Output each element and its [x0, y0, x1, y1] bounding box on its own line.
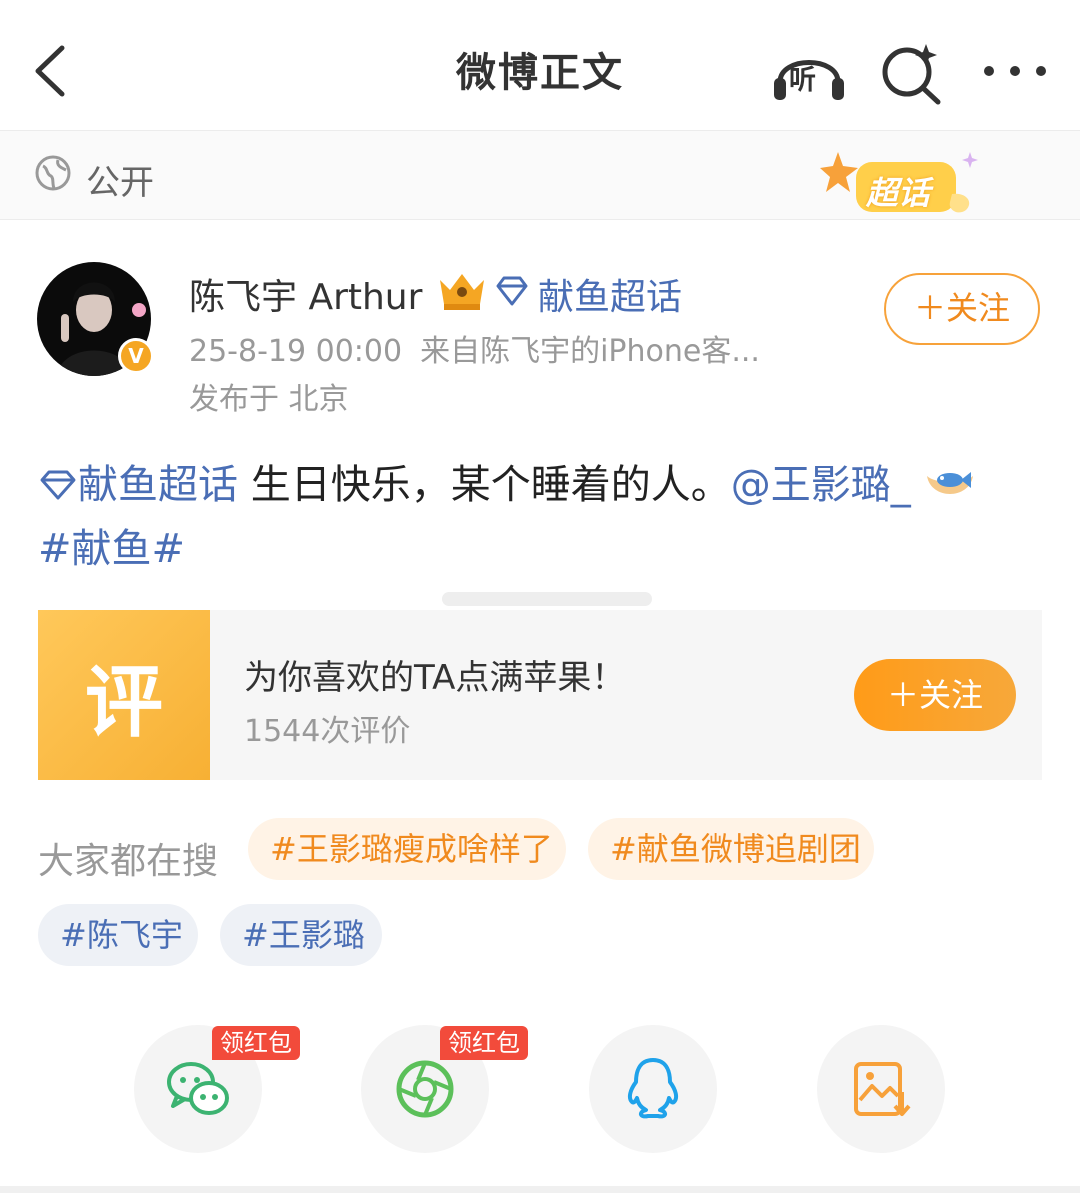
super-topic-link[interactable]: 献鱼超话 [538, 268, 682, 320]
search-chip[interactable]: #陈飞宇 [38, 904, 198, 966]
post-text: 献鱼超话 生日快乐，某个睡着的人。@王影璐_ [38, 452, 975, 510]
moments-icon [396, 1060, 454, 1118]
red-packet-tag: 领红包 [212, 1026, 300, 1060]
super-topic-badge-label: 超话 [866, 174, 931, 212]
qq-icon [627, 1058, 679, 1119]
globe-icon [35, 155, 71, 191]
more-icon[interactable] [980, 58, 1050, 84]
trending-search-label: 大家都在搜 [38, 841, 219, 882]
search-chip[interactable]: #王影璐瘦成啥样了 [248, 818, 566, 880]
post-body-text: 生日快乐，某个睡着的人。 [238, 462, 731, 508]
rating-card-logo: 评 [84, 658, 163, 748]
listen-label: 听 [789, 65, 816, 96]
post-source: 来自陈飞宇的iPhone客... [420, 334, 760, 369]
wechat-icon [167, 1062, 229, 1115]
verified-badge: V [118, 338, 154, 374]
post-meta: 25-8-19 00:00 来自陈飞宇的iPhone客... [189, 326, 760, 370]
search-chip[interactable]: #献鱼微博追剧团 [588, 818, 874, 880]
rating-card-count: 1544次评价 [244, 714, 411, 749]
red-packet-tag: 领红包 [440, 1026, 528, 1060]
bottom-divider [0, 1186, 1080, 1193]
hashtag-link[interactable]: #献鱼# [38, 516, 185, 574]
diamond-icon [40, 470, 76, 500]
blurred-placeholder [442, 592, 652, 606]
fish-in-hands-emoji-icon [926, 472, 973, 494]
search-icon[interactable] [878, 40, 944, 106]
crown-icon [440, 274, 484, 310]
mention-link[interactable]: @王影璐_ [731, 462, 911, 508]
post-time: 25-8-19 00:00 [189, 334, 403, 369]
post-location: 发布于 北京 [189, 382, 349, 417]
author-name[interactable]: 陈飞宇 Arthur [189, 268, 422, 320]
rating-card-title: 为你喜欢的TA点满苹果！ [244, 658, 626, 698]
save-image-icon [854, 1062, 911, 1116]
follow-button[interactable]: ＋关注 [884, 273, 1040, 345]
visibility-label: 公开 [86, 163, 154, 203]
search-chip[interactable]: #王影璐 [220, 904, 382, 966]
rating-card-follow-button[interactable]: ＋关注 [854, 659, 1016, 731]
diamond-icon [496, 276, 528, 306]
post-topic-link[interactable]: 献鱼超话 [78, 462, 238, 508]
